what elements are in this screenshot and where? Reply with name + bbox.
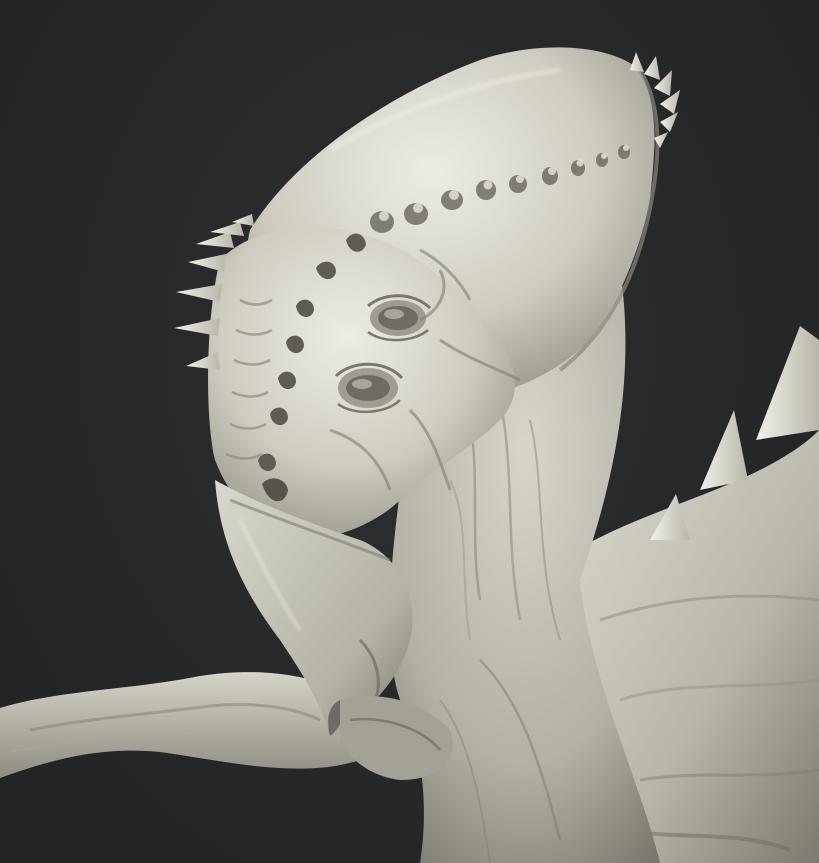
body-spike	[756, 326, 819, 440]
body-spike	[700, 410, 748, 490]
sculpt-viewport	[0, 0, 819, 863]
creature-sculpt-render	[0, 47, 819, 863]
